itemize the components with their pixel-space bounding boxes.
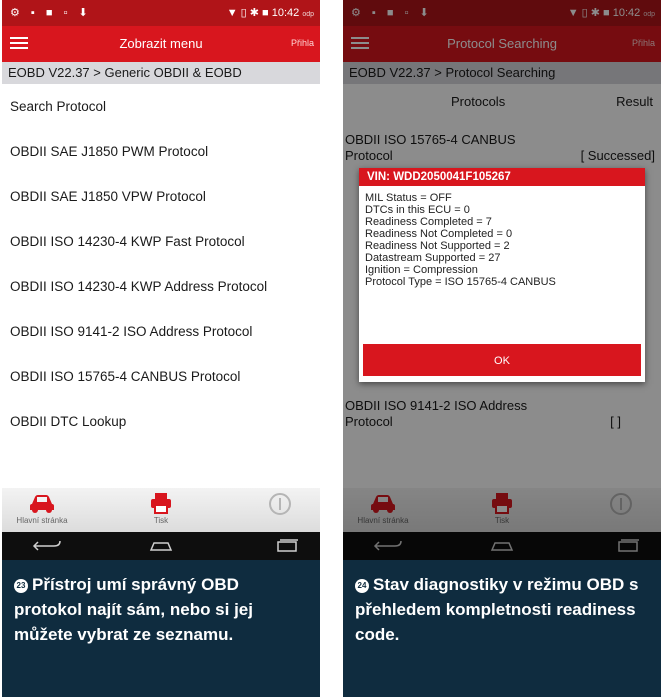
status-clock: ▼ ▯ ✱ ■ 10:42 odp (226, 7, 314, 19)
breadcrumb: EOBD V22.37 > Generic OBDII & EOBD (2, 62, 320, 84)
info-icon (269, 493, 291, 515)
home-button[interactable]: Hlavní stránka (2, 492, 82, 525)
info-button[interactable] (240, 492, 320, 518)
android-nav-bar (2, 532, 320, 560)
dialog-line: Ignition = Compression (365, 264, 478, 276)
list-item-kwp-address[interactable]: OBDII ISO 14230-4 KWP Address Protocol (2, 264, 320, 309)
dialog-body: MIL Status = OFF DTCs in this ECU = 0 Re… (359, 186, 645, 288)
protocol-list: Search Protocol OBDII SAE J1850 PWM Prot… (2, 84, 320, 444)
list-item-j1850-vpw[interactable]: OBDII SAE J1850 VPW Protocol (2, 174, 320, 219)
caption-text: Přístroj umí správný OBD protokol najít … (14, 575, 253, 644)
dialog-line: Readiness Not Completed = 0 (365, 228, 513, 240)
list-item-canbus[interactable]: OBDII ISO 15765-4 CANBUS Protocol (2, 354, 320, 399)
list-item-iso9141[interactable]: OBDII ISO 9141-2 ISO Address Protocol (2, 309, 320, 354)
dialog-line: MIL Status = OFF (365, 192, 452, 204)
dialog-title: VIN: WDD2050041F105267 (359, 168, 645, 186)
recent-apps-icon[interactable] (272, 538, 302, 554)
caption-number: 24 (355, 579, 369, 593)
list-item-search-protocol[interactable]: Search Protocol (2, 84, 320, 129)
dialog-line: Readiness Completed = 7 (365, 216, 492, 228)
status-icons: ⚙ ▪ ■ ▫ ⬇ (10, 7, 92, 19)
caption-right: 24 Stav diagnostiky v režimu OBD s přehle… (343, 560, 661, 697)
print-button[interactable]: Tisk (121, 492, 201, 525)
dialog-line: Datastream Supported = 27 (365, 252, 501, 264)
dialog-line: Protocol Type = ISO 15765-4 CANBUS (365, 276, 556, 288)
status-bar: ⚙ ▪ ■ ▫ ⬇ ▼ ▯ ✱ ■ 10:42 odp (2, 0, 320, 26)
car-icon (30, 495, 54, 513)
vin-dialog: VIN: WDD2050041F105267 MIL Status = OFF … (359, 168, 645, 382)
back-icon[interactable] (32, 538, 62, 554)
printer-icon (151, 493, 171, 514)
caption-number: 23 (14, 579, 28, 593)
phone-screen-right: ⚙ ▪ ■ ▫ ⬇ ▼ ▯ ✱ ■ 10:42 odp Protocol Sea… (343, 0, 661, 560)
app-bar: Zobrazit menu Přihla (2, 26, 320, 62)
home-nav-icon[interactable] (146, 538, 176, 554)
app-title: Zobrazit menu (119, 36, 203, 51)
dialog-line: Readiness Not Supported = 2 (365, 240, 510, 252)
ok-button[interactable]: OK (363, 344, 641, 376)
phone-screen-left: ⚙ ▪ ■ ▫ ⬇ ▼ ▯ ✱ ■ 10:42 odp Zobrazit men… (2, 0, 320, 560)
caption-text: Stav diagnostiky v režimu OBD s přehlede… (355, 575, 639, 644)
dialog-line: DTCs in this ECU = 0 (365, 204, 470, 216)
bottom-toolbar: Hlavní stránka Tisk (2, 488, 320, 532)
login-button[interactable]: Přihla (291, 38, 314, 48)
list-item-kwp-fast[interactable]: OBDII ISO 14230-4 KWP Fast Protocol (2, 219, 320, 264)
list-item-j1850-pwm[interactable]: OBDII SAE J1850 PWM Protocol (2, 129, 320, 174)
caption-left: 23 Přístroj umí správný OBD protokol nají… (2, 560, 320, 697)
list-item-dtc-lookup[interactable]: OBDII DTC Lookup (2, 399, 320, 444)
